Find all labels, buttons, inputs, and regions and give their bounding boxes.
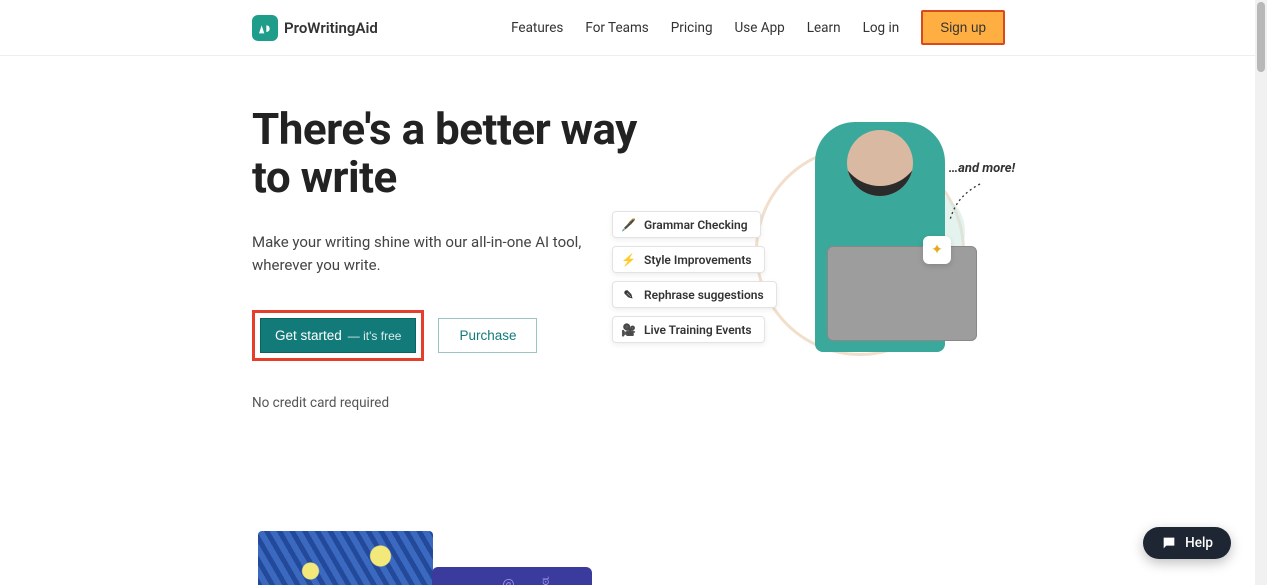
camera-icon: 🎥 (621, 322, 636, 337)
nav-pricing[interactable]: Pricing (671, 20, 713, 36)
scrollbar-thumb[interactable] (1257, 2, 1265, 72)
purchase-button[interactable]: Purchase (438, 318, 537, 353)
hero: There's a better way to write Make your … (0, 56, 1255, 411)
pen-icon: 🖋️ (621, 217, 636, 232)
nav: Features For Teams Pricing Use App Learn… (511, 10, 1005, 45)
hero-title: There's a better way to write (252, 106, 652, 201)
purple-panel: @ ಠ ⊚ ⊚ ෴ (432, 567, 592, 585)
get-started-button[interactable]: Get started — it's free (260, 318, 416, 353)
signup-highlight: Sign up (921, 10, 1005, 45)
hero-subtitle: Make your writing shine with our all-in-… (252, 231, 582, 278)
nav-features[interactable]: Features (511, 20, 563, 36)
header: ProWritingAid Features For Teams Pricing… (0, 0, 1255, 56)
starry-illustration: @ ಠ ⊚ ⊚ ෴ (252, 531, 592, 585)
cta-row: Get started — it's free Purchase (252, 310, 652, 361)
doodle-icon: @ (502, 577, 515, 585)
signup-button[interactable]: Sign up (924, 13, 1002, 42)
nav-log-in[interactable]: Log in (863, 20, 900, 36)
no-credit-card-note: No credit card required (252, 395, 652, 411)
nav-learn[interactable]: Learn (807, 20, 841, 36)
feature-chips: 🖋️ Grammar Checking ⚡ Style Improvements… (612, 211, 777, 343)
chip-label: Rephrase suggestions (644, 288, 764, 302)
sparkle-icon: ✦ (923, 236, 951, 264)
dotted-arrow-icon (945, 182, 985, 222)
second-section: @ ಠ ⊚ ⊚ ෴ Do you feel like your writing … (0, 411, 1255, 585)
chip-rephrase: ✎ Rephrase suggestions (612, 281, 777, 308)
hero-left: There's a better way to write Make your … (252, 106, 652, 411)
nav-use-app[interactable]: Use App (735, 20, 785, 36)
hero-illustration: ✦ …and more! 🖋️ Grammar Checking ⚡ Style… (652, 116, 1005, 396)
chip-style: ⚡ Style Improvements (612, 246, 765, 273)
laptop-illustration (827, 246, 977, 341)
get-started-note: — it's free (348, 329, 402, 343)
wand-icon: ✎ (621, 287, 636, 302)
bolt-icon: ⚡ (621, 252, 636, 267)
scrollbar[interactable] (1255, 0, 1267, 585)
help-widget[interactable]: Help (1143, 527, 1231, 559)
brand-name: ProWritingAid (284, 19, 378, 37)
nav-for-teams[interactable]: For Teams (585, 20, 648, 36)
chat-icon (1161, 535, 1177, 551)
get-started-highlight: Get started — it's free (252, 310, 424, 361)
chip-grammar: 🖋️ Grammar Checking (612, 211, 761, 238)
help-label: Help (1185, 535, 1213, 551)
chip-label: Style Improvements (644, 253, 752, 267)
starry-night-image (258, 531, 433, 585)
get-started-label: Get started (275, 328, 342, 343)
chip-label: Grammar Checking (644, 218, 748, 232)
logo[interactable]: ProWritingAid (252, 15, 378, 41)
chip-training: 🎥 Live Training Events (612, 316, 765, 343)
doodle-icon: ಠ (542, 573, 549, 585)
logo-icon (252, 15, 278, 41)
chip-label: Live Training Events (644, 323, 752, 337)
and-more-text: …and more! (949, 161, 1015, 176)
